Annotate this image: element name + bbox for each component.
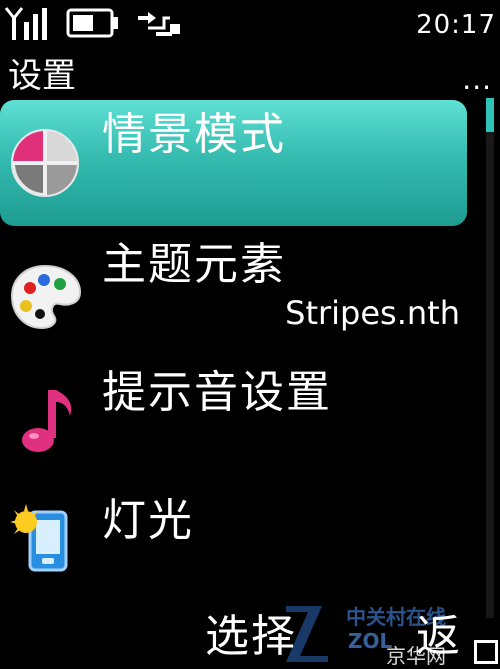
menu-item-lights[interactable]: 灯光 (0, 484, 470, 612)
options-menu-indicator[interactable]: ... (462, 66, 492, 94)
music-note-icon (22, 390, 72, 452)
menu-item-label: 主题元素 (102, 239, 286, 290)
settings-menu-list: 情景模式 主题元素 Stripes.nth 提示音设置 灯光 (0, 100, 470, 612)
watermark-corner-text: 京华网 (386, 644, 446, 668)
usb-connection-icon (138, 12, 180, 36)
select-softkey[interactable]: 选择 (205, 612, 297, 662)
menu-item-themes[interactable]: 主题元素 Stripes.nth (0, 228, 470, 356)
scrollbar-thumb[interactable] (486, 98, 494, 132)
battery-icon (66, 8, 118, 38)
signal-antenna-icon (4, 7, 47, 40)
current-theme-name: Stripes.nth (285, 294, 460, 332)
status-bar: 20:17 (0, 0, 500, 52)
profiles-icon (11, 129, 79, 197)
menu-item-label: 情景模式 (102, 109, 286, 160)
menu-item-label: 灯光 (102, 495, 194, 546)
page-title: 设置 (8, 56, 76, 96)
light-phone-icon (10, 504, 68, 572)
menu-item-tones[interactable]: 提示音设置 (0, 356, 470, 484)
menu-item-profiles[interactable]: 情景模式 (0, 100, 470, 226)
palette-icon (10, 264, 82, 330)
status-time: 20:17 (416, 10, 496, 40)
menu-item-label: 提示音设置 (102, 367, 332, 418)
scrollbar-track[interactable] (486, 98, 494, 618)
watermark-corner-box (474, 640, 498, 664)
